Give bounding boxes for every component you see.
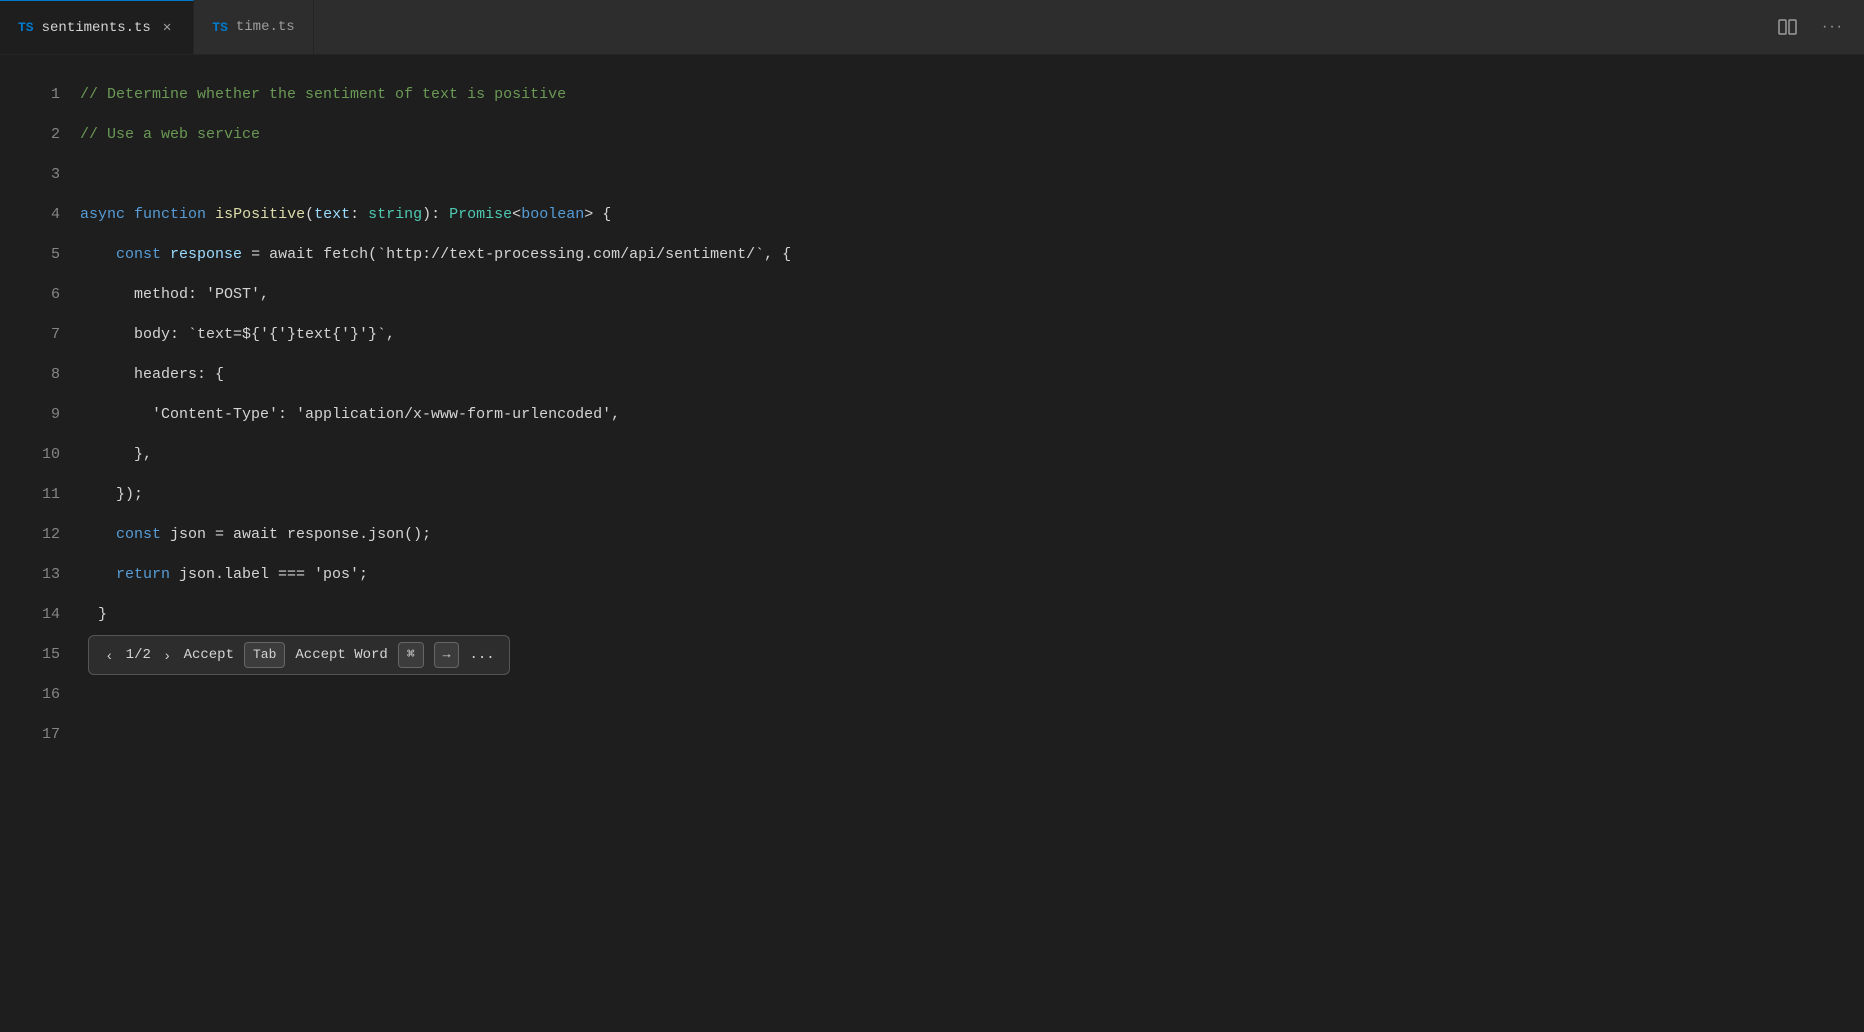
code-token: : — [350, 203, 368, 227]
tab-time[interactable]: TS time.ts — [194, 0, 313, 54]
code-token: }); — [80, 483, 143, 507]
code-token: json.label === 'pos'; — [170, 563, 368, 587]
code-token: < — [512, 203, 521, 227]
code-line-5: const response = await fetch(`http://tex… — [80, 235, 1824, 275]
code-token: async — [80, 203, 125, 227]
accept-label: Accept — [184, 644, 234, 666]
code-token: const — [116, 243, 161, 267]
line-number-5: 5 — [30, 235, 60, 275]
code-token: return — [116, 563, 170, 587]
code-token: // Determine whether the sentiment of te… — [80, 83, 566, 107]
code-line-7: body: `text=${'{'}text{'}'}`, — [80, 315, 1824, 355]
code-line-4: async function isPositive ( text : strin… — [80, 195, 1824, 235]
code-token: body: `text=${'{'}text{'}'}`, — [80, 323, 395, 347]
accept-word-label: Accept Word — [295, 644, 387, 666]
tab-bar: TS sentiments.ts ✕ TS time.ts ··· — [0, 0, 1864, 55]
ts-badge-sentiments: TS — [18, 20, 34, 35]
line-number-11: 11 — [30, 475, 60, 515]
code-token: Promise — [449, 203, 512, 227]
code-token: = await fetch(`http://text-processing.co… — [242, 243, 791, 267]
suggestion-next-button[interactable]: › — [161, 645, 174, 665]
code-line-6: method: 'POST', — [80, 275, 1824, 315]
split-editor-button[interactable] — [1774, 15, 1802, 39]
line-number-1: 1 — [30, 75, 60, 115]
code-token: response — [170, 243, 242, 267]
code-token — [161, 243, 170, 267]
code-token: headers: { — [80, 363, 224, 387]
cmd-key-badge: ⌘ — [398, 642, 424, 669]
tab-bar-actions: ··· — [1758, 14, 1864, 40]
line-number-3: 3 — [30, 155, 60, 195]
tab-close-sentiments[interactable]: ✕ — [159, 17, 175, 38]
code-token: const — [116, 523, 161, 547]
code-line-11: }); — [80, 475, 1824, 515]
code-token: } — [80, 603, 107, 627]
line-numbers: 1 2 3 4 5 6 7 8 9 10 11 12 13 14 15 16 1… — [0, 75, 80, 1032]
code-line-13: return json.label === 'pos'; — [80, 555, 1824, 595]
arrow-key-badge: → — [434, 642, 460, 669]
code-line-9: 'Content-Type': 'application/x-www-form-… — [80, 395, 1824, 435]
code-line-10: }, — [80, 435, 1824, 475]
code-token — [125, 203, 134, 227]
code-token: method: 'POST', — [80, 283, 269, 307]
code-token: string — [368, 203, 422, 227]
code-token: // Use a web service — [80, 123, 260, 147]
suggestion-toolbar: ‹ 1/2 › Accept Tab Accept Word ⌘ → ... — [88, 635, 510, 676]
ts-badge-time: TS — [212, 20, 228, 35]
code-line-2: // Use a web service — [80, 115, 1824, 155]
line-number-13: 13 — [30, 555, 60, 595]
tab-key-badge: Tab — [244, 642, 285, 669]
code-token: ( — [305, 203, 314, 227]
code-area: 1 2 3 4 5 6 7 8 9 10 11 12 13 14 15 16 1… — [0, 55, 1864, 1032]
code-token — [206, 203, 215, 227]
code-token — [80, 523, 116, 547]
code-token: text — [314, 203, 350, 227]
code-content[interactable]: // Determine whether the sentiment of te… — [80, 75, 1864, 1032]
line-number-15: 15 — [30, 635, 60, 675]
suggestion-prev-button[interactable]: ‹ — [103, 645, 116, 665]
line-number-9: 9 — [30, 395, 60, 435]
code-token: ): — [422, 203, 449, 227]
editor-container: TS sentiments.ts ✕ TS time.ts ··· 1 2 — [0, 0, 1864, 1032]
code-line-3 — [80, 155, 1824, 195]
code-token: > { — [584, 203, 611, 227]
code-line-8: headers: { — [80, 355, 1824, 395]
line-number-12: 12 — [30, 515, 60, 555]
more-actions-button[interactable]: ··· — [1818, 14, 1848, 40]
code-line-14: } — [80, 595, 1824, 635]
line-number-16: 16 — [30, 675, 60, 715]
code-token: function — [134, 203, 206, 227]
suggestion-counter: 1/2 — [126, 644, 151, 666]
code-line-1: // Determine whether the sentiment of te… — [80, 75, 1824, 115]
line-number-14: 14 — [30, 595, 60, 635]
code-line-17 — [80, 715, 1824, 755]
line-number-8: 8 — [30, 355, 60, 395]
more-options-label[interactable]: ... — [469, 644, 494, 666]
line-number-6: 6 — [30, 275, 60, 315]
code-token: json = await response.json(); — [161, 523, 431, 547]
tab-sentiments[interactable]: TS sentiments.ts ✕ — [0, 0, 194, 54]
code-line-12: const json = await response.json(); — [80, 515, 1824, 555]
code-line-15: ‹ 1/2 › Accept Tab Accept Word ⌘ → ... — [80, 635, 1824, 675]
code-token: 'Content-Type': 'application/x-www-form-… — [80, 403, 620, 427]
code-token: boolean — [521, 203, 584, 227]
line-number-17: 17 — [30, 715, 60, 755]
code-line-16 — [80, 675, 1824, 715]
code-token — [80, 243, 116, 267]
line-number-2: 2 — [30, 115, 60, 155]
line-number-7: 7 — [30, 315, 60, 355]
tab-label-time: time.ts — [236, 19, 295, 35]
more-actions-icon: ··· — [1822, 18, 1844, 36]
line-number-10: 10 — [30, 435, 60, 475]
line-number-4: 4 — [30, 195, 60, 235]
tab-label-sentiments: sentiments.ts — [42, 20, 151, 36]
code-token: isPositive — [215, 203, 305, 227]
code-token — [80, 563, 116, 587]
code-token: }, — [80, 443, 152, 467]
